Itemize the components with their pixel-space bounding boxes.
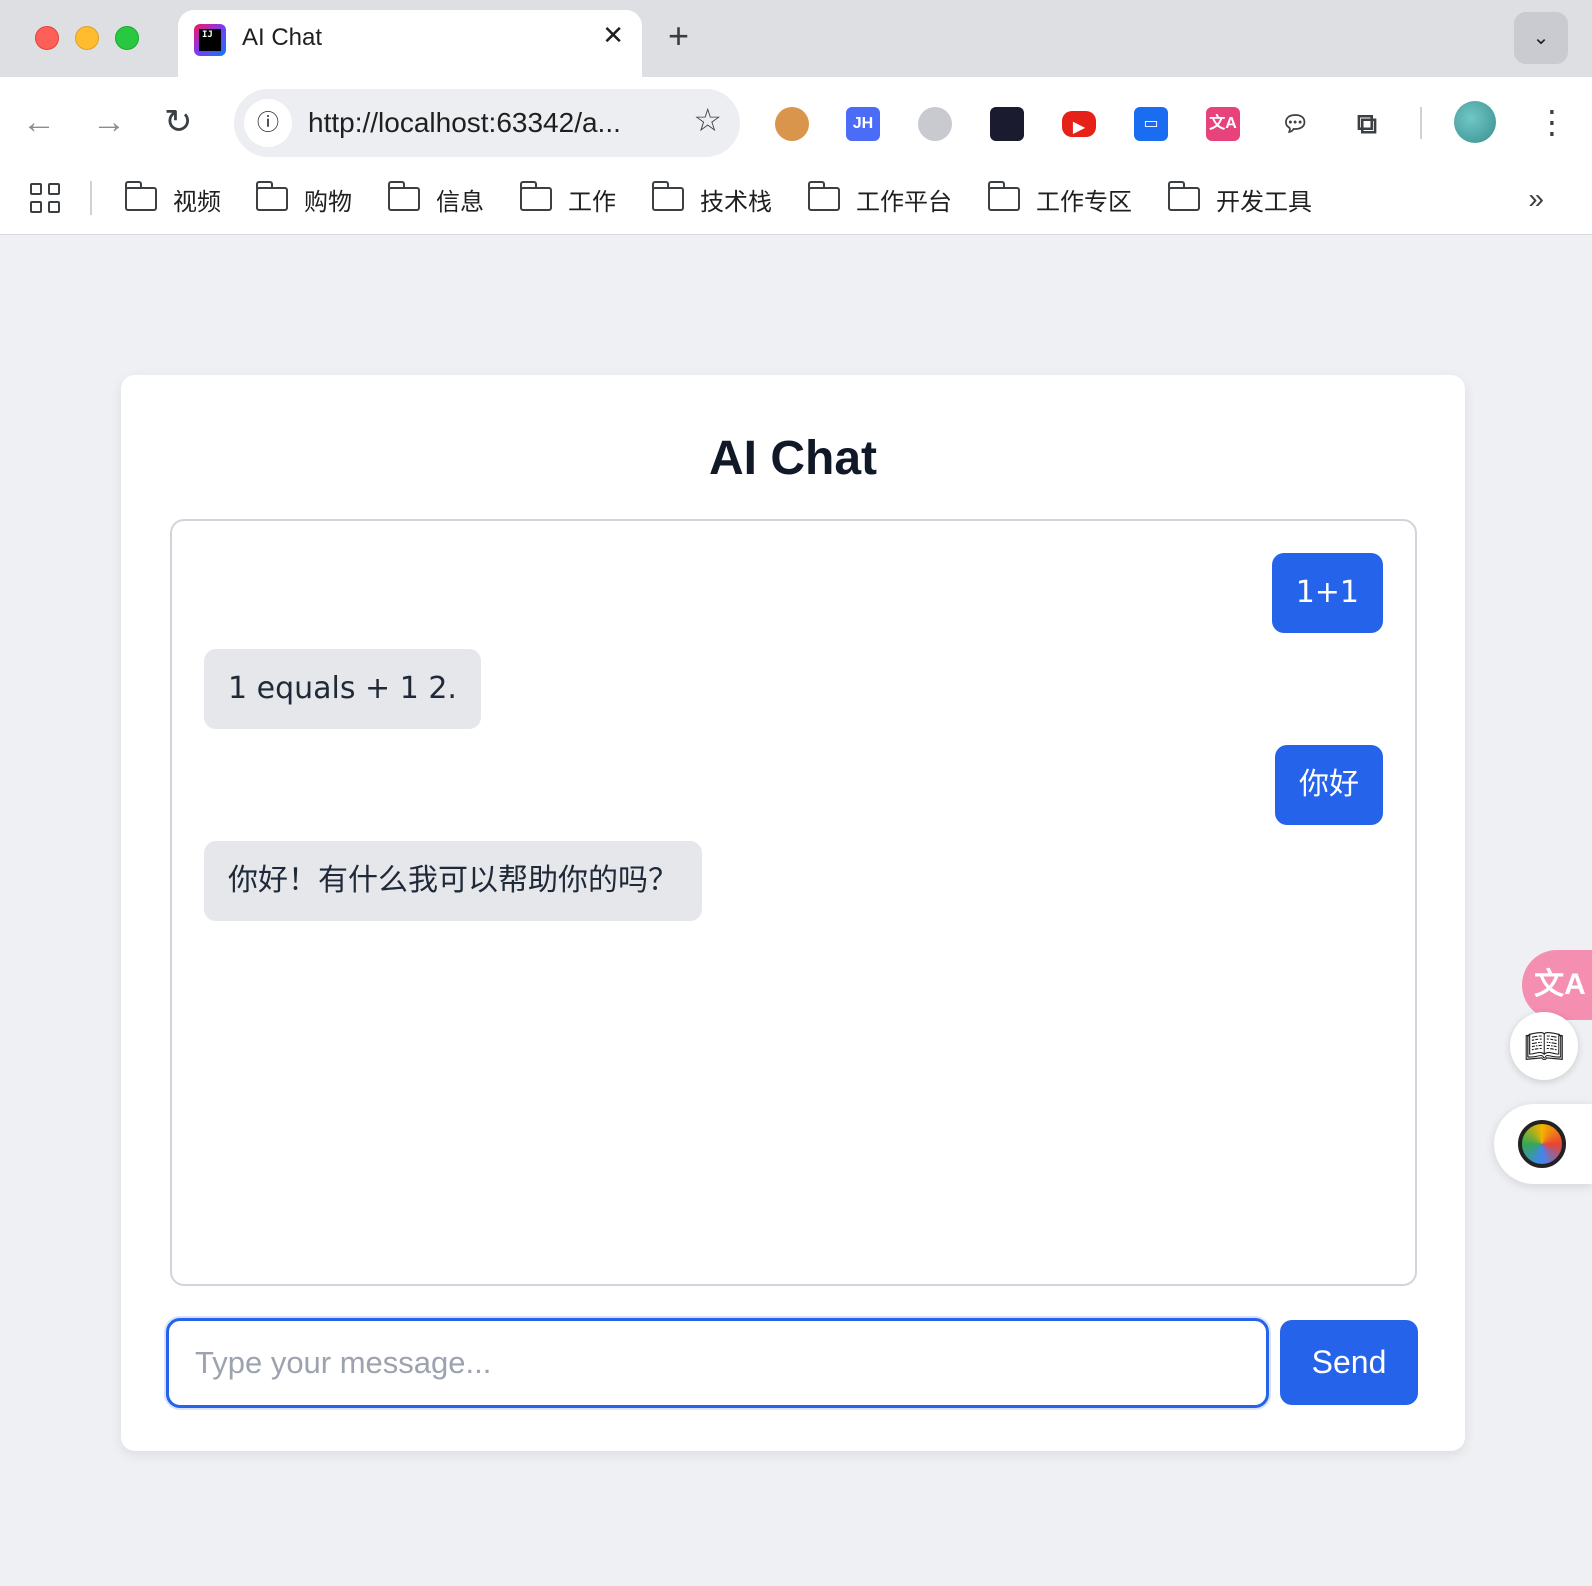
tab-bar: IJ AI Chat ✕ + ⌄ [0,0,1592,77]
toolbar-divider [1420,107,1422,139]
floating-translate-icon[interactable]: 文A [1522,950,1592,1020]
ai-message: 1 equals + 1 2. [204,649,481,729]
bookmarks-overflow-icon[interactable]: » [1528,183,1544,215]
bird-icon[interactable] [918,107,952,141]
folder-icon [519,181,552,211]
ai-message: 你好！有什么我可以帮助你的吗？ [204,841,702,921]
browser-toolbar: ← → ↻ ⓘ http://localhost:63342/a... ☆ JH… [0,77,1592,169]
back-arrow-icon[interactable]: ← [22,99,56,145]
user-message: 1+1 [1271,553,1383,633]
message-input-wrapper [166,1318,1269,1408]
send-button[interactable]: Send [1280,1320,1418,1405]
folder-icon [1167,181,1200,211]
maximize-window-button[interactable] [115,26,139,50]
bookmarks-bar: 视频 购物 信息 工作 技术栈 工作平台 工作专区 开发工具 » [0,169,1592,235]
folder-icon [807,181,840,211]
reload-icon[interactable]: ↻ [164,99,193,145]
chat-bubble-icon[interactable]: 💬︎ [1278,107,1312,141]
minimize-window-button[interactable] [75,26,99,50]
folder-icon [987,181,1020,211]
intellij-favicon-icon: IJ [194,24,226,56]
screen-icon[interactable]: ▭ [1134,107,1168,141]
tab-close-icon[interactable]: ✕ [602,20,624,51]
bookmark-folder[interactable]: 开发工具 [1167,179,1312,219]
bookmarks-divider [90,181,92,215]
page-title: AI Chat [709,432,877,485]
chat-card: AI Chat 1+1 1 equals + 1 2. 你好 你好！有什么我可以… [121,375,1465,1451]
folder-icon [255,181,288,211]
tab-search-button[interactable]: ⌄ [1514,12,1568,64]
floating-brain-icon[interactable] [1494,1104,1592,1184]
active-tab[interactable]: IJ AI Chat ✕ [178,10,642,77]
cookie-icon[interactable] [775,107,809,141]
folder-icon [124,181,157,211]
more-menu-icon[interactable]: ⋮ [1536,99,1568,145]
url-text[interactable]: http://localhost:63342/a... [308,107,621,139]
reader-book-icon[interactable]: 📖︎ [1510,1012,1578,1080]
folder-icon [387,181,420,211]
bookmark-folder[interactable]: 工作平台 [807,179,952,219]
chat-messages[interactable]: 1+1 1 equals + 1 2. 你好 你好！有什么我可以帮助你的吗？ [170,519,1417,1286]
bookmark-folder[interactable]: 视频 [124,179,221,219]
user-message: 你好 [1275,745,1383,825]
bookmark-folder[interactable]: 购物 [255,179,352,219]
brain-icon[interactable] [990,107,1024,141]
bookmark-star-icon[interactable]: ☆ [693,101,722,139]
tab-title: AI Chat [242,24,323,51]
site-info-icon[interactable]: ⓘ [244,99,292,147]
profile-avatar[interactable] [1454,101,1496,143]
address-bar[interactable]: ⓘ http://localhost:63342/a... ☆ [234,89,740,157]
bookmark-folder[interactable]: 技术栈 [651,179,772,219]
jh-icon[interactable]: JH [846,107,880,141]
youtube-icon[interactable]: ▶ [1062,111,1096,137]
bookmark-folder[interactable]: 工作专区 [987,179,1132,219]
puzzle-icon[interactable]: ⧉ [1350,107,1384,141]
apps-grid-icon[interactable] [30,183,62,215]
close-window-button[interactable] [35,26,59,50]
translate-icon[interactable]: 文A [1206,107,1240,141]
new-tab-button[interactable]: + [668,14,689,58]
bookmark-folder[interactable]: 信息 [387,179,484,219]
bookmark-folder[interactable]: 工作 [519,179,616,219]
message-input[interactable] [169,1321,1266,1405]
forward-arrow-icon[interactable]: → [92,99,126,145]
folder-icon [651,181,684,211]
